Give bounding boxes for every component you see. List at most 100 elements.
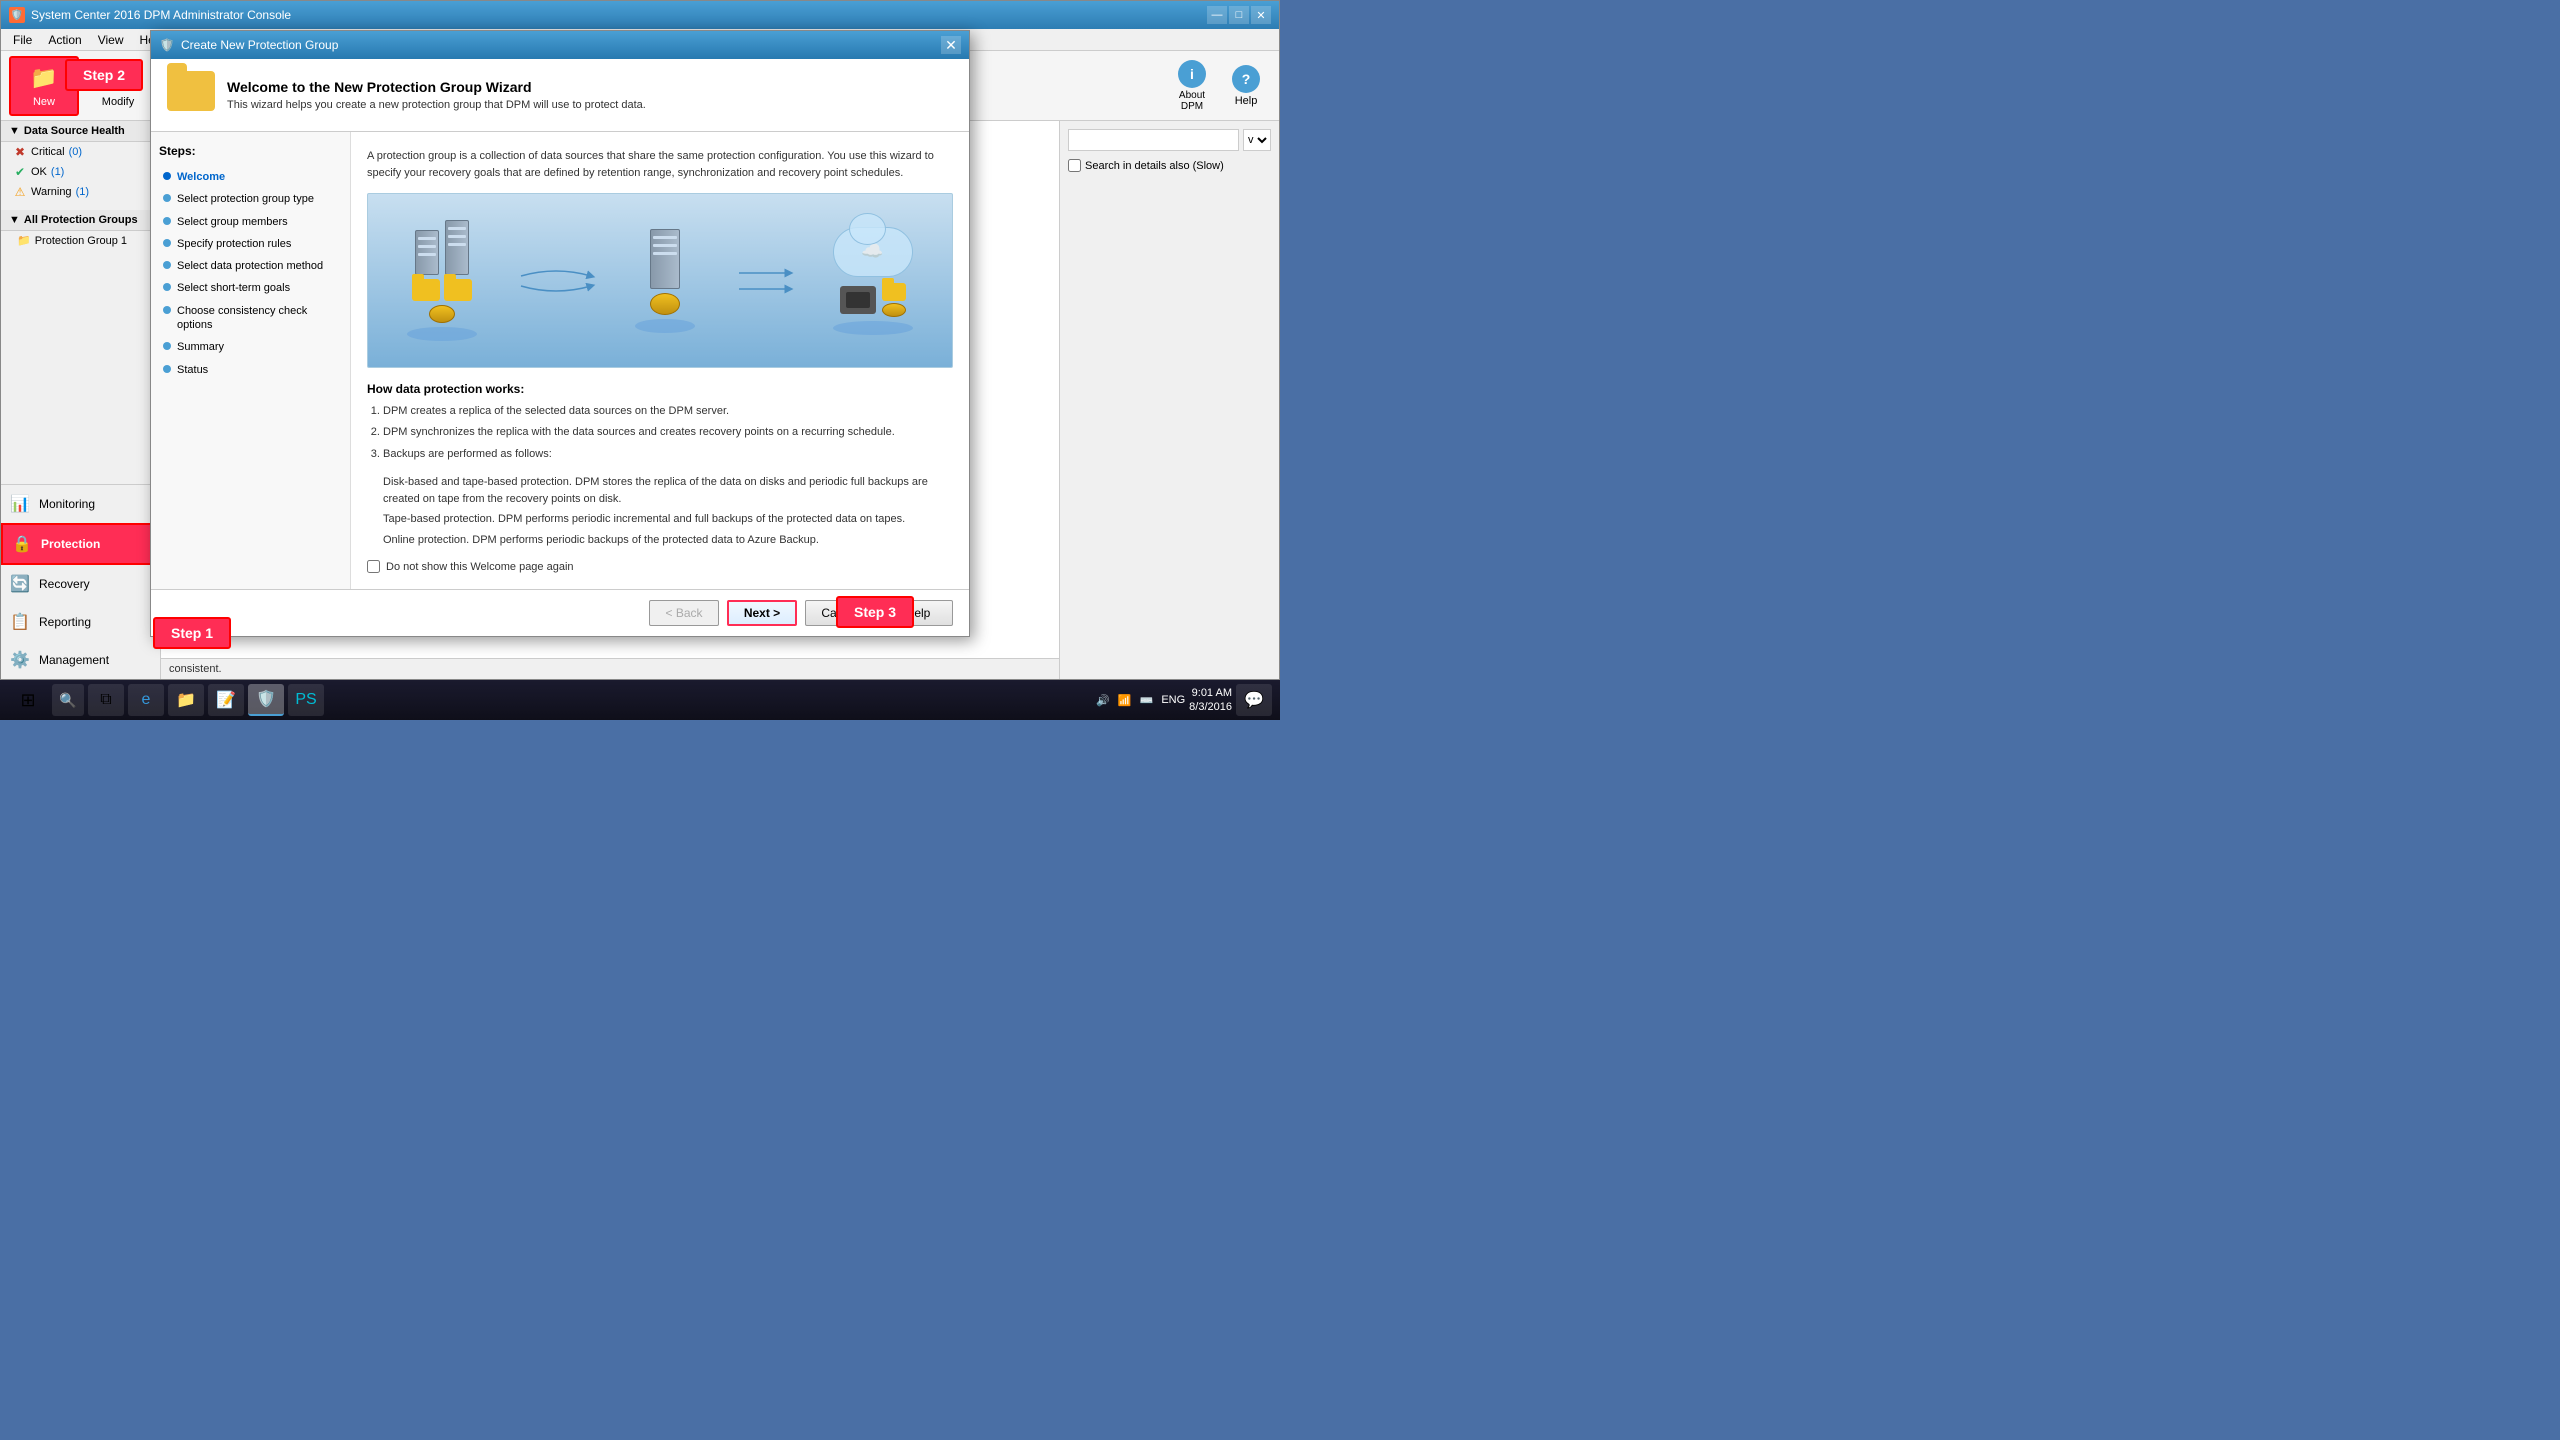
step-summary-dot: [163, 342, 171, 350]
menu-view[interactable]: View: [90, 31, 132, 49]
step1-label: Step 1: [153, 617, 231, 649]
monitoring-icon: 📊: [9, 493, 31, 515]
app-icon: 🛡️: [9, 7, 25, 23]
step-group-members[interactable]: Select group members: [159, 211, 342, 233]
menu-file[interactable]: File: [5, 31, 40, 49]
target-folder-1: [882, 283, 906, 301]
help-label: Help: [1235, 95, 1258, 107]
taskbar-search-button[interactable]: 🔍: [52, 684, 84, 716]
app-title: System Center 2016 DPM Administrator Con…: [31, 8, 1207, 22]
step-data-protection[interactable]: Select data protection method: [159, 255, 342, 277]
step-protection-rules[interactable]: Specify protection rules: [159, 233, 342, 255]
search-checkbox-row: Search in details also (Slow): [1068, 159, 1271, 172]
search-details-label: Search in details also (Slow): [1085, 160, 1224, 172]
taskbar-app-taskview[interactable]: ⧉: [88, 684, 124, 716]
search-details-checkbox[interactable]: [1068, 159, 1081, 172]
step-group-members-dot: [163, 217, 171, 225]
how-item-2: DPM synchronizes the replica with the da…: [383, 425, 953, 440]
protection-group-1[interactable]: 📁 Protection Group 1: [1, 231, 160, 250]
taskbar: ⊞ 🔍 ⧉ e 📁 📝 🛡️ PS 🔊 📶 ⌨️ ENG 9:01 AM 8/3…: [0, 680, 1280, 720]
taskbar-notification-button[interactable]: 💬: [1236, 684, 1272, 716]
step-group-type[interactable]: Select protection group type: [159, 188, 342, 210]
step-welcome-label: Welcome: [177, 170, 225, 184]
back-button[interactable]: < Back: [649, 600, 719, 626]
minimize-button[interactable]: —: [1207, 6, 1227, 24]
steps-panel: Steps: Welcome Select protection group t…: [151, 132, 351, 589]
section-title: Data Source Health: [24, 125, 125, 137]
sidebar-item-reporting[interactable]: 📋 Reporting: [1, 603, 160, 641]
modify-label: Modify: [102, 96, 134, 108]
ok-count: (1): [51, 166, 64, 178]
step-short-term-dot: [163, 283, 171, 291]
step-welcome-dot: [163, 172, 171, 180]
taskbar-clock[interactable]: 9:01 AM 8/3/2016: [1189, 686, 1232, 715]
close-button[interactable]: ✕: [1251, 6, 1271, 24]
step-welcome[interactable]: Welcome: [159, 166, 342, 188]
dialog-welcome-title: Welcome to the New Protection Group Wiza…: [227, 79, 646, 95]
do-not-show-checkbox[interactable]: [367, 560, 380, 573]
start-button[interactable]: ⊞: [8, 684, 48, 716]
dialog-footer: < Back Next > Cancel Help Step 3: [151, 589, 969, 636]
data-source-health-section[interactable]: ▼ Data Source Health: [1, 121, 160, 142]
management-icon: ⚙️: [9, 649, 31, 671]
about-button[interactable]: i AboutDPM: [1167, 58, 1217, 113]
taskbar-app-dpm[interactable]: 🛡️: [248, 684, 284, 716]
step-group-type-dot: [163, 194, 171, 202]
step-group-members-label: Select group members: [177, 215, 288, 229]
step-summary[interactable]: Summary: [159, 336, 342, 358]
reporting-label: Reporting: [39, 615, 91, 629]
how-list: DPM creates a replica of the selected da…: [383, 404, 953, 462]
search-input[interactable]: [1068, 129, 1239, 151]
dialog-close-button[interactable]: ✕: [941, 36, 961, 54]
taskbar-app-explorer[interactable]: 📁: [168, 684, 204, 716]
about-icon: i: [1178, 60, 1206, 88]
taskbar-app-powershell[interactable]: PS: [288, 684, 324, 716]
sidebar-item-monitoring[interactable]: 📊 Monitoring: [1, 485, 160, 523]
all-groups-section[interactable]: ▼ All Protection Groups: [1, 210, 160, 231]
management-label: Management: [39, 653, 109, 667]
dialog-title: Create New Protection Group: [181, 38, 941, 52]
protection-label: Protection: [41, 537, 100, 551]
server-rack-1: [415, 230, 439, 275]
maximize-button[interactable]: □: [1229, 6, 1249, 24]
protection-icon: 🔒: [11, 533, 33, 555]
sidebar: ▼ Data Source Health ✖ Critical (0) ✔ OK…: [1, 121, 161, 679]
oval-base-2: [635, 319, 695, 333]
step-short-term[interactable]: Select short-term goals: [159, 277, 342, 299]
help-toolbar-button[interactable]: ? Help: [1221, 58, 1271, 113]
sidebar-critical[interactable]: ✖ Critical (0): [1, 142, 160, 162]
dialog-titlebar: 🛡️ Create New Protection Group ✕: [151, 31, 969, 59]
do-not-show-label: Do not show this Welcome page again: [386, 561, 574, 573]
new-icon: 📁: [28, 62, 60, 94]
taskbar-tray: 🔊 📶 ⌨️ ENG: [1096, 694, 1185, 707]
sidebar-ok[interactable]: ✔ OK (1): [1, 162, 160, 182]
dialog-body: Steps: Welcome Select protection group t…: [151, 132, 969, 589]
dialog-header: Welcome to the New Protection Group Wiza…: [151, 59, 969, 132]
sidebar-warning[interactable]: ⚠ Warning (1): [1, 182, 160, 202]
monitoring-label: Monitoring: [39, 497, 95, 511]
step-protection-rules-label: Specify protection rules: [177, 237, 291, 251]
how-indent-1: Disk-based and tape-based protection. DP…: [383, 474, 953, 507]
next-button[interactable]: Next >: [727, 600, 797, 626]
target-db: [882, 303, 906, 317]
search-scope-dropdown[interactable]: v: [1243, 129, 1271, 151]
step-consistency[interactable]: Choose consistency check options: [159, 300, 342, 337]
ok-icon: ✔: [13, 165, 27, 179]
sidebar-item-management[interactable]: ⚙️ Management: [1, 641, 160, 679]
step-status[interactable]: Status: [159, 359, 342, 381]
tray-volume: 🔊: [1096, 694, 1110, 707]
sidebar-item-recovery[interactable]: 🔄 Recovery: [1, 565, 160, 603]
app-titlebar: 🛡️ System Center 2016 DPM Administrator …: [1, 1, 1279, 29]
tray-keyboard: ⌨️: [1140, 694, 1154, 707]
menu-action[interactable]: Action: [40, 31, 89, 49]
critical-label: Critical: [31, 146, 65, 158]
critical-icon: ✖: [13, 145, 27, 159]
recovery-label: Recovery: [39, 577, 90, 591]
illus-target-group: ☁️: [833, 227, 913, 335]
sidebar-item-protection[interactable]: 🔒 Protection: [1, 523, 160, 565]
monitor-device: [840, 286, 876, 314]
taskbar-app-notes[interactable]: 📝: [208, 684, 244, 716]
taskbar-app-ie[interactable]: e: [128, 684, 164, 716]
status-text: consistent.: [161, 658, 1059, 679]
step-consistency-dot: [163, 306, 171, 314]
